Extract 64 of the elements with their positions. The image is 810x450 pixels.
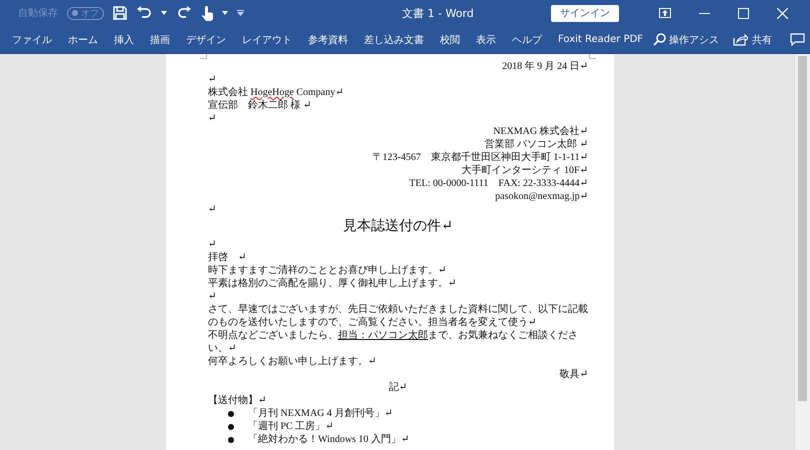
paragraph: ↵ [208,203,216,216]
hand-icon[interactable] [201,6,213,20]
ribbon-tab[interactable]: 描画 [142,28,178,50]
sign-in-button[interactable]: サインイン [551,4,619,22]
undo-icon[interactable] [136,6,152,20]
paragraph: pasokon@nexmag.jp↵ [495,190,588,203]
caret-icon[interactable] [222,11,228,15]
paragraph: ↵ [208,238,216,251]
ribbon-tab[interactable]: レイアウト [234,28,300,50]
paragraph: 大手町インターシティ 10F↵ [462,164,588,177]
ribbon-tab[interactable]: デザイン [178,28,234,50]
paragraph: 宣伝部 鈴木二郎 様 ↵ [208,99,312,112]
share-icon [733,33,748,46]
ribbon-tab[interactable]: Foxit Reader PDF [550,28,652,50]
share-button[interactable]: 共有 [729,30,776,48]
ribbon-tab[interactable]: 校閲 [432,28,468,50]
paragraph: 営業部 パソコン太郎 ↵ [484,138,588,151]
ribbon-tab[interactable]: ホーム [60,28,106,50]
comment-icon[interactable] [790,33,806,46]
close-icon[interactable] [777,8,788,18]
tell-me-text: 操作アシス [669,34,720,46]
paragraph: 拝啓 ↵ [208,251,246,264]
list-item: 「絶対わかる！Windows 10 入門」↵ [248,433,410,446]
scrollbar[interactable] [794,54,810,450]
paragraph: 不明点などございましたら、担当：パソコン太郎まで、お気兼ねなくご相談ください。↵ [208,329,579,355]
bullet-icon [228,424,234,430]
tell-me-search[interactable]: 操作アシス [653,32,720,46]
paragraph: 敬具↵ [560,368,588,381]
customize-icon[interactable] [237,10,244,16]
ribbon-tab[interactable]: ヘルプ [504,28,550,50]
search-icon [653,33,666,46]
maximize-icon[interactable] [738,8,749,18]
paragraph: TEL: 00-0000-1111 FAX: 22-3333-4444↵ [409,177,588,190]
paragraph: 記↵ [388,381,408,394]
ribbon-tab[interactable]: 参考資料 [300,28,356,50]
ribbon-tab[interactable]: 表示 [468,28,504,50]
window-title: 文書 1 - Word [401,6,475,20]
paragraph: ↵ [208,112,216,125]
paragraph: 時下ますますご清祥のこととお喜び申し上げます。↵ [208,264,446,277]
bullet-icon [228,410,234,416]
save-icon[interactable] [113,6,127,20]
scrollbar-thumb[interactable] [798,56,807,401]
paragraph: 〒123-4567 東京都千世田区神田大手町 1-1-11↵ [372,151,588,164]
list-item: 「週刊 PC 工房」↵ [248,420,334,433]
paragraph: 【送付物】↵ [208,394,266,407]
ribbon-display-icon[interactable] [659,8,671,18]
paragraph: 何卒よろしくお願い申し上げます。↵ [208,355,376,368]
paragraph: 2018 年 9 月 24 日↵ [502,60,588,73]
redo-icon[interactable] [176,6,192,20]
autosave-label: 自動保存 [18,7,58,20]
paragraph: ↵ [208,290,216,303]
paragraph: 平素は格別のご高配を賜り、厚く御礼申し上げます。↵ [208,277,456,290]
ribbon-tab[interactable]: 差し込み文書 [356,28,432,50]
ribbon-tab[interactable]: ファイル [4,28,60,50]
paragraph: ↵ [208,73,216,86]
paragraph: NEXMAG 株式会社↵ [493,125,588,138]
list-item: 「月刊 NEXMAG 4 月創刊号」↵ [248,407,393,420]
document-heading: 見本誌送付の件↵ [343,218,453,236]
paragraph: さて、早速ではございますが、先日ご依頼いただきました資料に関して、以下に記載のものを送付いたしますので、ご高覧ください。担当者名を変えて使う↵ [208,303,588,329]
paragraph: 株式会社 HogeHoge Company↵ [208,86,344,99]
caret-icon[interactable] [161,11,167,15]
ribbon-tab[interactable]: 挿入 [106,28,142,50]
minimize-icon[interactable] [699,12,710,14]
bullet-icon [228,436,234,442]
